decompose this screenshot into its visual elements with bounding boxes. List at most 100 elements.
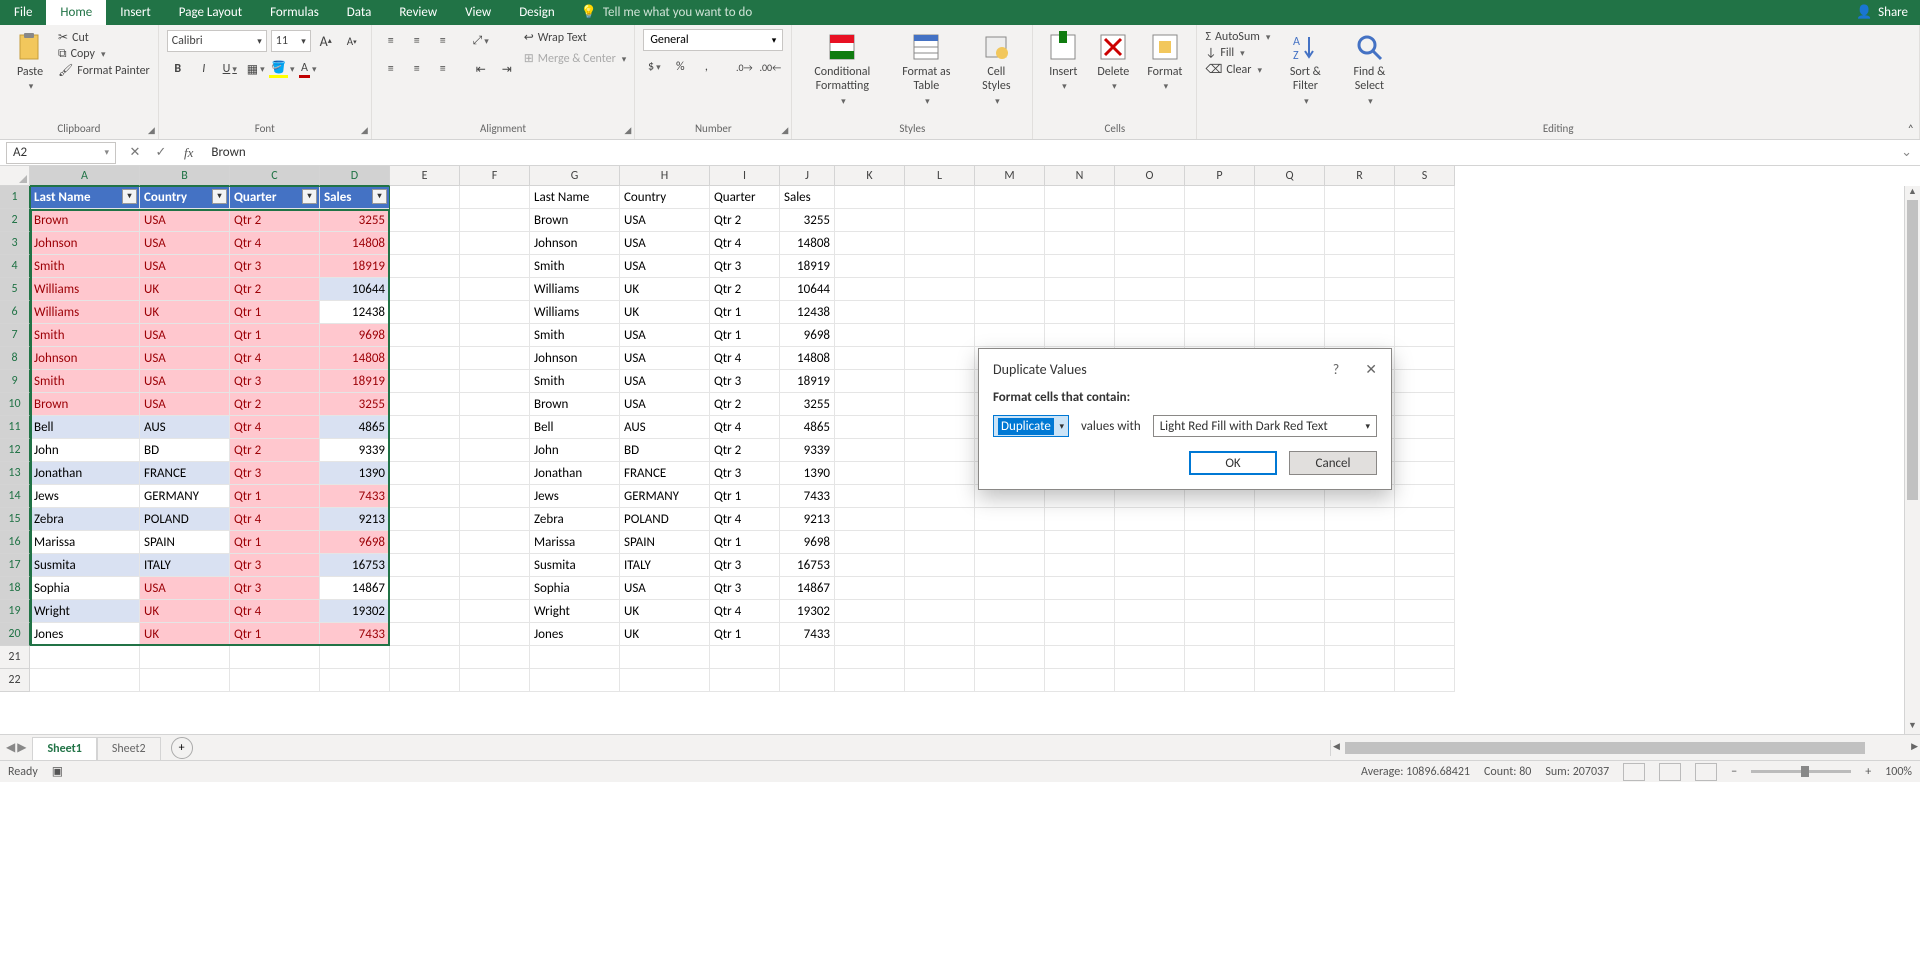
row-header[interactable]: 13 (0, 462, 30, 485)
tell-me[interactable]: 💡 Tell me what you want to do (581, 5, 753, 20)
borders-button[interactable]: ▦ (245, 58, 267, 80)
cell[interactable] (1115, 209, 1185, 232)
cell[interactable]: 3255 (320, 209, 390, 232)
cell[interactable] (835, 669, 905, 692)
cell[interactable] (460, 186, 530, 209)
fill-dropdown[interactable] (1238, 46, 1245, 60)
cell[interactable]: Qtr 4 (710, 600, 780, 623)
cell[interactable] (780, 646, 835, 669)
hscroll-thumb[interactable] (1345, 742, 1865, 754)
cell[interactable]: Smith (530, 255, 620, 278)
tab-data[interactable]: Data (333, 0, 386, 25)
insert-dropdown[interactable] (1060, 79, 1067, 93)
cell[interactable] (1255, 646, 1325, 669)
cell[interactable]: Sales (320, 186, 390, 209)
cell[interactable] (1185, 554, 1255, 577)
row-header[interactable]: 12 (0, 439, 30, 462)
cell[interactable] (390, 439, 460, 462)
cell[interactable] (835, 531, 905, 554)
cell[interactable] (390, 577, 460, 600)
cell[interactable] (975, 301, 1045, 324)
cell[interactable] (1115, 669, 1185, 692)
cell[interactable]: 10644 (780, 278, 835, 301)
cell[interactable] (1115, 508, 1185, 531)
cell[interactable] (1185, 232, 1255, 255)
row-header[interactable]: 2 (0, 209, 30, 232)
cell[interactable]: 14808 (780, 232, 835, 255)
row-header[interactable]: 10 (0, 393, 30, 416)
cell[interactable]: Bell (30, 416, 140, 439)
cancel-formula-button[interactable]: ✕ (122, 145, 148, 160)
cell[interactable] (1045, 301, 1115, 324)
view-normal[interactable] (1623, 763, 1645, 781)
column-header[interactable]: I (710, 166, 780, 186)
cell[interactable]: Brown (530, 209, 620, 232)
sheet-tab-active[interactable]: Sheet1 (32, 737, 96, 760)
cell[interactable]: USA (620, 347, 710, 370)
cell[interactable]: 18919 (320, 255, 390, 278)
percent-button[interactable]: % (669, 56, 691, 78)
cell[interactable] (390, 485, 460, 508)
align-top-button[interactable]: ≡ (380, 30, 402, 52)
cell[interactable]: Quarter (710, 186, 780, 209)
cell[interactable]: Qtr 3 (710, 370, 780, 393)
cell[interactable] (905, 301, 975, 324)
tab-design[interactable]: Design (505, 0, 568, 25)
cell[interactable]: Qtr 3 (710, 577, 780, 600)
fill-color-button[interactable]: 🪣 (271, 58, 293, 80)
cell[interactable]: Johnson (530, 232, 620, 255)
column-header[interactable]: G (530, 166, 620, 186)
cell[interactable]: Qtr 3 (230, 370, 320, 393)
cell[interactable]: Susmita (30, 554, 140, 577)
cell[interactable] (390, 393, 460, 416)
cell[interactable] (835, 278, 905, 301)
cell[interactable] (905, 255, 975, 278)
cell[interactable] (710, 646, 780, 669)
cell[interactable]: Qtr 4 (230, 232, 320, 255)
cell[interactable] (390, 600, 460, 623)
cell[interactable]: 14867 (320, 577, 390, 600)
cell[interactable]: USA (140, 577, 230, 600)
cell[interactable] (905, 600, 975, 623)
cell[interactable] (975, 669, 1045, 692)
cell[interactable] (460, 508, 530, 531)
cell[interactable]: Williams (530, 278, 620, 301)
cell[interactable] (390, 232, 460, 255)
cell[interactable] (1395, 439, 1455, 462)
cell[interactable]: Brown (30, 209, 140, 232)
cell[interactable] (1325, 324, 1395, 347)
cell[interactable] (460, 439, 530, 462)
row-header[interactable]: 14 (0, 485, 30, 508)
cell[interactable]: Smith (30, 370, 140, 393)
collapse-ribbon-button[interactable]: ˄ (1908, 123, 1914, 137)
cell[interactable]: Zebra (30, 508, 140, 531)
cell[interactable] (905, 439, 975, 462)
cell[interactable]: Qtr 4 (710, 416, 780, 439)
cell[interactable] (390, 531, 460, 554)
cell[interactable]: Qtr 1 (230, 623, 320, 646)
column-header[interactable]: J (780, 166, 835, 186)
cell[interactable]: USA (140, 324, 230, 347)
cell[interactable] (390, 623, 460, 646)
fill-button[interactable]: ↓Fill (1205, 45, 1270, 61)
cell[interactable] (460, 485, 530, 508)
sort-filter-button[interactable]: AZSort & Filter (1276, 29, 1334, 110)
cell[interactable]: Johnson (30, 347, 140, 370)
cell[interactable]: Qtr 1 (710, 623, 780, 646)
cell[interactable]: Qtr 2 (230, 393, 320, 416)
cell[interactable] (1115, 324, 1185, 347)
formula-input[interactable]: Brown (203, 145, 1893, 160)
cell[interactable] (835, 347, 905, 370)
cell[interactable]: USA (620, 209, 710, 232)
cell[interactable]: 1390 (780, 462, 835, 485)
share-button[interactable]: 👤 Share (1856, 5, 1908, 20)
cell[interactable]: Qtr 1 (230, 531, 320, 554)
cell[interactable] (835, 232, 905, 255)
macro-record-icon[interactable]: ▣ (52, 764, 63, 779)
cell[interactable]: 9213 (780, 508, 835, 531)
cell[interactable]: 14808 (320, 347, 390, 370)
cell[interactable] (460, 278, 530, 301)
cell[interactable] (390, 370, 460, 393)
cell[interactable]: Susmita (530, 554, 620, 577)
cell[interactable] (1185, 669, 1255, 692)
